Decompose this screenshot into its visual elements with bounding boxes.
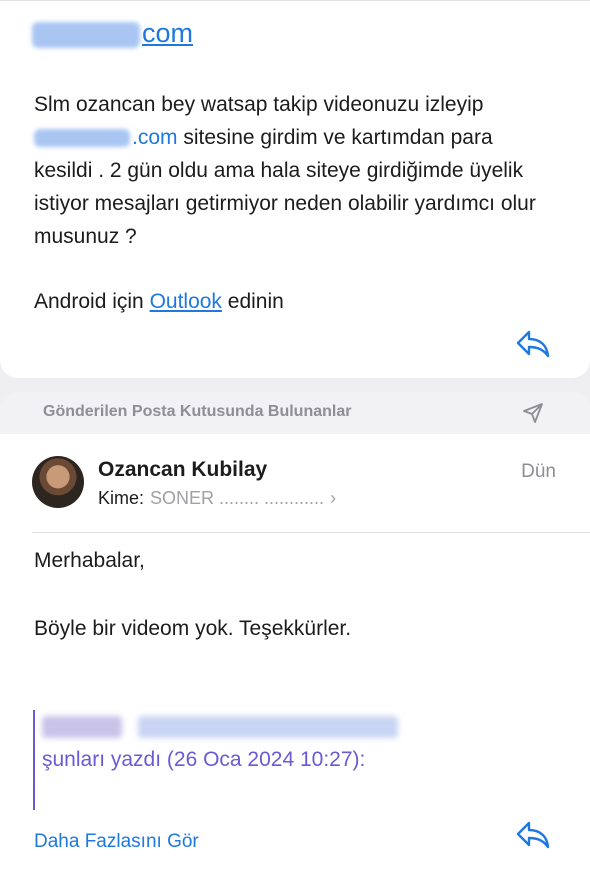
sender-name: Ozancan Kubilay — [98, 458, 268, 481]
message-line: Slm ozancan bey watsap takip videonuzu i… — [34, 93, 484, 116]
section-title: Gönderilen Posta Kutusunda Bulunanlar — [43, 403, 352, 420]
reply-message-card: Ozancan Kubilay Dün Kime: SONER ........ … — [0, 434, 590, 870]
message-body: Böyle bir videom yok. Teşekkürler. — [34, 617, 352, 640]
redacted-text — [138, 716, 398, 738]
send-icon — [523, 403, 543, 423]
signature-prefix: Android için — [34, 290, 150, 313]
recipient-value: SONER ........ ............ — [150, 488, 325, 508]
redacted-text — [32, 21, 140, 48]
inline-link-text: .com — [132, 126, 178, 149]
outlook-link[interactable]: Outlook — [150, 290, 222, 313]
site-link-text: com — [142, 18, 194, 48]
reply-icon[interactable] — [515, 820, 551, 850]
first-message-card: com Slm ozancan bey watsap takip videonu… — [0, 0, 590, 378]
message-date: Dün — [521, 461, 556, 482]
sent-mailbox-header: Gönderilen Posta Kutusunda Bulunanlar — [0, 392, 590, 434]
quote-bar — [33, 710, 35, 810]
recipients-row[interactable]: Kime: SONER ........ ............ › — [98, 488, 336, 509]
avatar[interactable] — [32, 456, 84, 508]
greeting: Merhabalar, — [34, 549, 145, 572]
quote-header: şunları yazdı (26 Oca 2024 10:27): — [42, 748, 366, 771]
sender-site-link[interactable]: com — [32, 18, 193, 49]
inline-site-link[interactable]: .com — [34, 126, 178, 149]
divider — [32, 532, 590, 533]
redacted-text — [34, 129, 130, 148]
signature: Android için Outlook edinin — [34, 285, 284, 318]
message-body: Slm ozancan bey watsap takip videonuzu i… — [34, 88, 554, 253]
to-label: Kime: — [98, 488, 145, 508]
signature-suffix: edinin — [221, 290, 284, 313]
redacted-text — [42, 716, 122, 738]
chevron-right-icon: › — [330, 488, 337, 508]
reply-icon[interactable] — [515, 329, 551, 359]
redacted-quote-sender — [42, 716, 398, 743]
see-more-link[interactable]: Daha Fazlasını Gör — [34, 831, 199, 853]
divider — [0, 0, 590, 1]
